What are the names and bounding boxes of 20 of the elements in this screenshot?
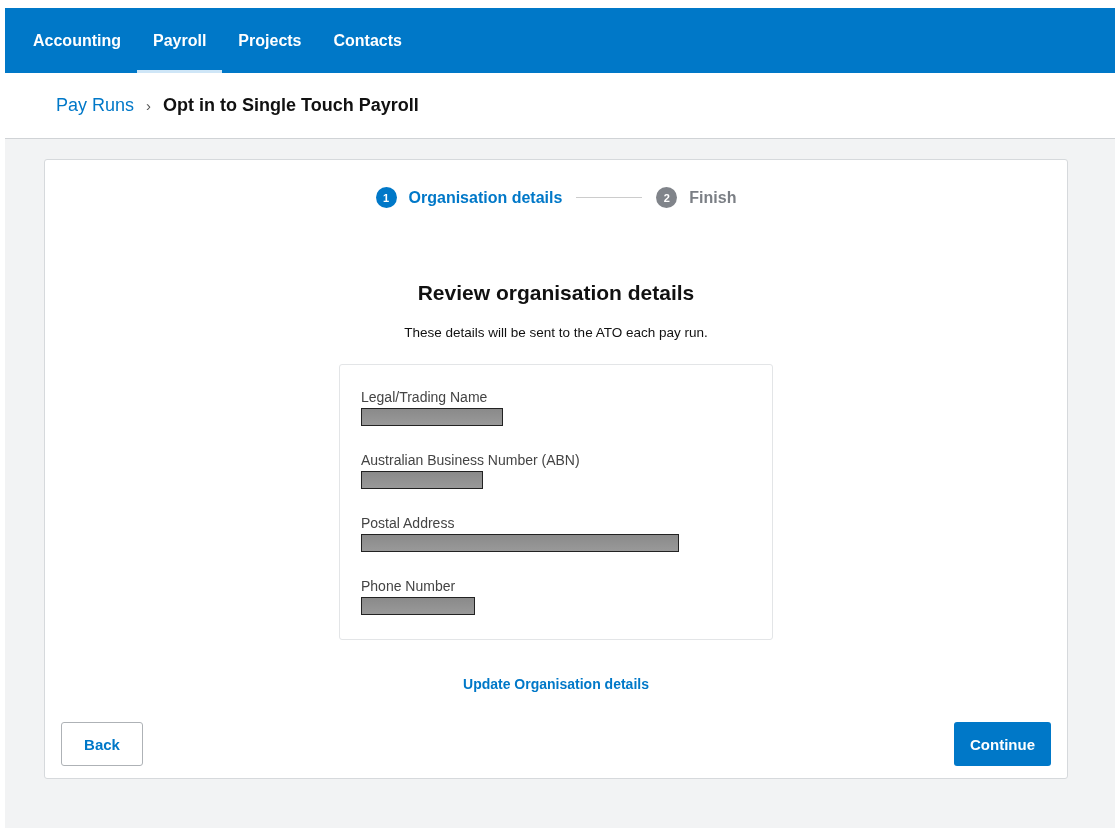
- page-title: Opt in to Single Touch Payroll: [163, 95, 419, 116]
- continue-button[interactable]: Continue: [954, 722, 1051, 766]
- field-label: Australian Business Number (ABN): [361, 452, 581, 468]
- nav-tab[interactable]: Contacts: [317, 8, 418, 73]
- nav-tab[interactable]: Projects: [222, 8, 318, 73]
- breadcrumb-separator: ›: [146, 97, 152, 114]
- nav-tab[interactable]: Payroll: [137, 8, 223, 73]
- breadcrumb-link[interactable]: Pay Runs: [56, 95, 135, 116]
- step-number: 2: [656, 187, 678, 208]
- step-label: Organisation details: [408, 188, 563, 207]
- step-label: Finish: [689, 188, 737, 207]
- nav-tab[interactable]: Accounting: [17, 8, 137, 73]
- heading: Review organisation details: [417, 281, 695, 305]
- back-button[interactable]: Back: [61, 722, 143, 766]
- field-label: Postal Address: [361, 515, 456, 531]
- subheading: These details will be sent to the ATO each pay run.: [404, 325, 708, 340]
- field-label: Phone Number: [361, 578, 457, 594]
- update-details-link[interactable]: Update Organisation details: [463, 676, 649, 692]
- step-number: 1: [375, 187, 397, 208]
- field-label: Legal/Trading Name: [361, 389, 489, 405]
